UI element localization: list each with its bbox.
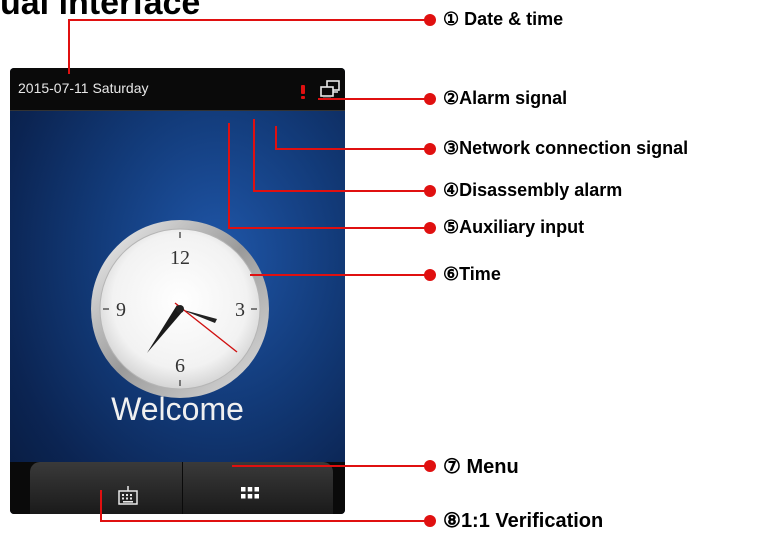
- callout-menu: ⑦ Menu: [443, 454, 519, 479]
- callout-label: 1:1 Verification: [460, 510, 604, 532]
- clock-numeral-6: 6: [175, 355, 185, 377]
- callout-network-signal: ③Network connection signal: [443, 138, 688, 159]
- callout-label: Time: [459, 264, 501, 284]
- callout-number: ①: [443, 9, 460, 29]
- bottom-bar: [10, 462, 345, 514]
- verification-button[interactable]: [30, 462, 182, 514]
- page-title: ual interface: [0, 0, 201, 22]
- callout-number: ⑦: [443, 456, 461, 478]
- exclamation-icon: [301, 85, 305, 99]
- callout-label: Menu: [460, 456, 519, 478]
- callout-verification: ⑧1:1 Verification: [443, 508, 603, 533]
- callout-label: Alarm signal: [459, 88, 568, 108]
- device-screen: 2015-07-11 Saturday 12 3 6 9 Welcome: [10, 68, 345, 514]
- callout-number: ⑤: [443, 217, 460, 237]
- network-icon: [320, 80, 340, 100]
- status-bar: 2015-07-11 Saturday: [10, 68, 345, 111]
- callout-number: ③: [443, 138, 460, 158]
- welcome-text: Welcome: [111, 391, 244, 427]
- callout-label: Network connection signal: [459, 138, 689, 158]
- clock-numeral-9: 9: [116, 299, 126, 321]
- callout-disassembly-alarm: ④Disassembly alarm: [443, 180, 622, 201]
- clock-numeral-12: 12: [170, 247, 190, 269]
- callout-number: ⑧: [443, 510, 461, 532]
- keyboard-icon: [118, 486, 138, 505]
- callout-number: ⑥: [443, 264, 460, 284]
- callout-label: Date & time: [459, 9, 564, 29]
- grid-menu-icon: [241, 487, 259, 499]
- callout-number: ②: [443, 88, 460, 108]
- clock-face: 12 3 6 9: [91, 220, 269, 398]
- callout-label: Auxiliary input: [459, 217, 585, 237]
- callout-date-time: ① Date & time: [443, 9, 563, 30]
- callout-auxiliary-input: ⑤Auxiliary input: [443, 217, 584, 238]
- date-time-display: 2015-07-11 Saturday: [18, 80, 149, 96]
- clock-numeral-3: 3: [235, 299, 245, 321]
- menu-button[interactable]: [183, 462, 333, 514]
- callout-alarm-signal: ②Alarm signal: [443, 88, 567, 109]
- callout-label: Disassembly alarm: [459, 180, 623, 200]
- callout-time: ⑥Time: [443, 264, 501, 285]
- callout-number: ④: [443, 180, 460, 200]
